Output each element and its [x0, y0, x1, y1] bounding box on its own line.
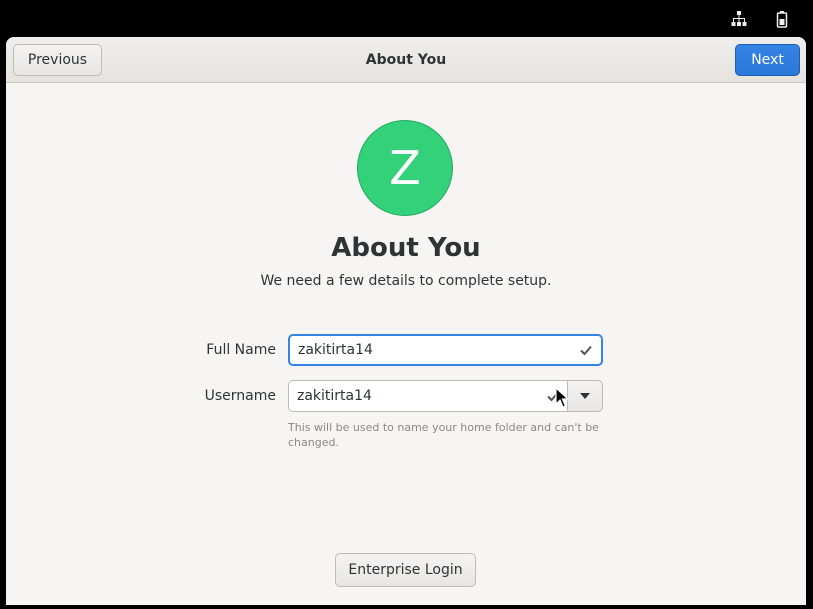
avatar-initial: Z: [389, 141, 421, 195]
header-title: About You: [365, 52, 447, 68]
previous-button[interactable]: Previous: [13, 44, 102, 76]
username-value: zakitirta14: [297, 388, 372, 404]
page-subtitle: We need a few details to complete setup.: [260, 273, 552, 289]
battery-icon[interactable]: [773, 10, 791, 28]
header-bar: About You Previous Next: [6, 37, 806, 83]
username-hint: This will be used to name your home fold…: [288, 421, 599, 449]
page-title: About You: [331, 233, 481, 263]
network-wired-icon[interactable]: [730, 10, 748, 28]
top-bar: [0, 0, 813, 36]
next-button[interactable]: Next: [735, 44, 800, 76]
fullname-value: zakitirta14: [298, 342, 373, 358]
enterprise-login-button[interactable]: Enterprise Login: [335, 553, 476, 587]
username-field[interactable]: zakitirta14: [288, 380, 568, 412]
fullname-label: Full Name: [206, 342, 276, 358]
mouse-pointer-icon: [555, 387, 569, 408]
setup-window: About You Previous Next Z About You We n…: [6, 37, 806, 605]
fullname-field[interactable]: zakitirta14: [288, 334, 603, 366]
chevron-down-icon: [580, 393, 590, 399]
username-label: Username: [204, 388, 276, 404]
check-icon: [580, 345, 592, 356]
avatar[interactable]: Z: [357, 120, 453, 216]
username-dropdown-button[interactable]: [567, 380, 603, 412]
